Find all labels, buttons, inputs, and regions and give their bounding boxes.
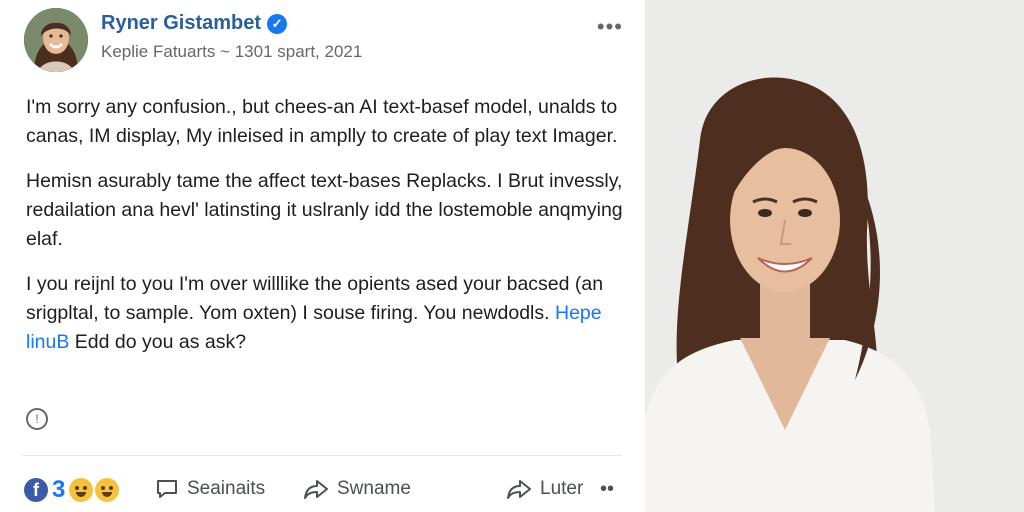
post-paragraph: I'm sorry any confusion., but chees-an A… <box>26 96 618 147</box>
smile-emoji-icon <box>69 478 94 502</box>
author-name[interactable]: Ryner Gistambet ✓ <box>101 12 288 35</box>
post-header: Ryner Gistambet ✓ Keplie Fatuarts ~ 1301… <box>24 8 625 72</box>
post-photo[interactable] <box>645 0 1024 512</box>
post-paragraph-tail: Edd do you as ask? <box>69 331 247 353</box>
post-meta: Keplie Fatuarts ~ 1301 spart, 2021 <box>101 42 363 61</box>
send-arrow-icon <box>507 480 531 499</box>
comment-button[interactable]: Seainaits <box>155 478 265 500</box>
share-label: Swname <box>337 478 411 499</box>
post-paragraph-last: I you reijnl to you I'm over willlike th… <box>26 270 626 357</box>
reaction-count[interactable]: 3 <box>52 476 65 504</box>
facebook-icon: f <box>24 478 48 502</box>
post-card: Ryner Gistambet ✓ Keplie Fatuarts ~ 1301… <box>0 0 645 512</box>
author-avatar[interactable] <box>24 8 88 72</box>
more-horizontal-icon[interactable]: ••• <box>597 14 623 40</box>
reactions-summary[interactable]: f 3 <box>24 476 120 504</box>
post-paragraph-text: I you reijnl to you I'm over willlike th… <box>26 273 604 324</box>
author-name-text[interactable]: Ryner Gistambet <box>101 12 261 35</box>
verified-check-icon: ✓ <box>267 13 288 34</box>
share-arrow-icon <box>304 480 328 499</box>
more-actions-icon[interactable]: •• <box>600 478 614 501</box>
comment-label: Seainaits <box>187 478 266 499</box>
share-button[interactable]: Swname <box>303 478 411 500</box>
laugh-emoji-icon <box>95 478 120 502</box>
divider <box>22 455 622 456</box>
post-paragraph: Hemisn asurably tame the affect text-bas… <box>26 170 623 250</box>
comment-icon <box>157 480 177 498</box>
post-body: I'm sorry any confusion., but chees-an A… <box>26 93 626 373</box>
send-label: Luter <box>540 478 584 499</box>
clock-icon: ! <box>26 408 48 430</box>
send-button[interactable]: Luter <box>506 478 583 500</box>
